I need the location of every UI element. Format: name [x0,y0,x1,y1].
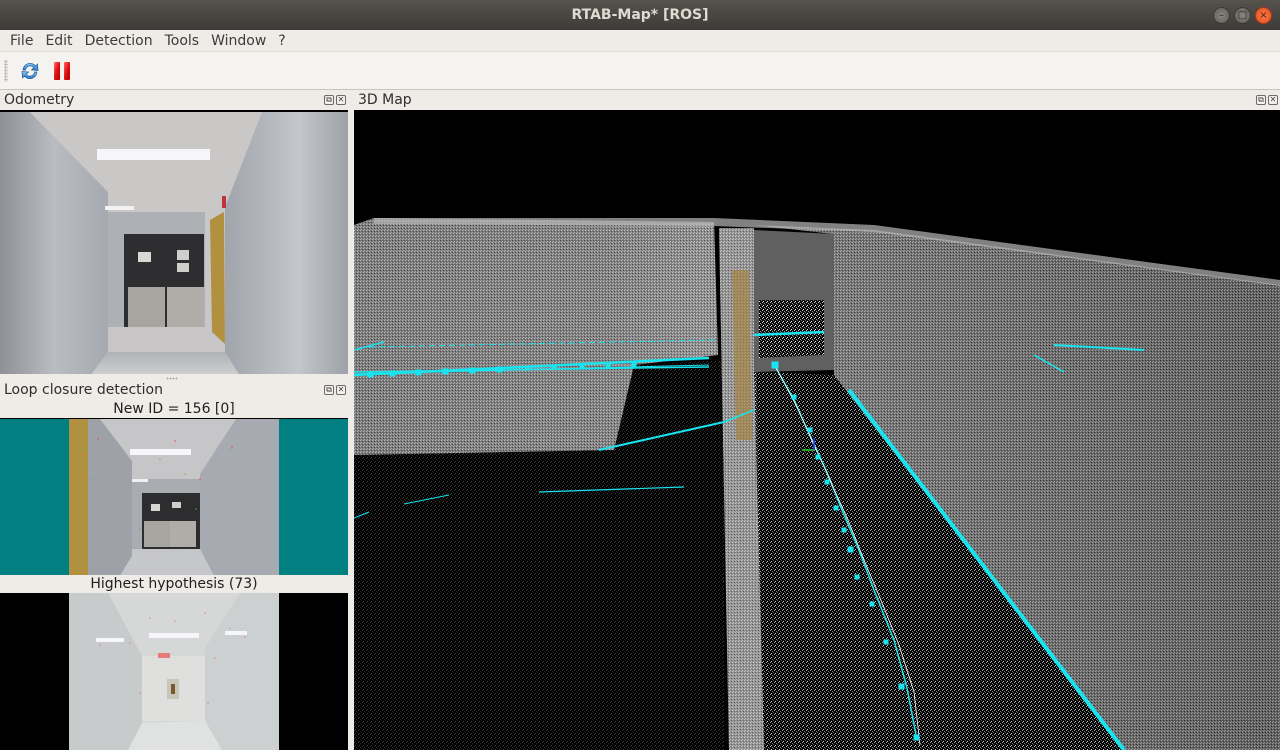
loop-closure-dock-header: Loop closure detection ⧉ ✕ [0,380,348,400]
map3d-dock-header: 3D Map ⧉ ✕ [354,90,1280,110]
loop-closure-float-button[interactable]: ⧉ [324,385,334,395]
hypothesis-hallway-image [69,593,279,750]
close-icon: ✕ [1269,95,1277,104]
new-id-caption: New ID = 156 [0] [0,400,348,418]
float-icon: ⧉ [326,95,332,104]
pause-icon [54,61,70,80]
minimize-button[interactable]: – [1213,7,1230,24]
map3d-close-button[interactable]: ✕ [1268,95,1278,105]
close-window-button[interactable]: × [1255,7,1272,24]
menu-edit[interactable]: Edit [39,30,78,52]
maximize-icon: □ [1237,9,1248,21]
refresh-button[interactable] [16,57,44,85]
close-icon: ✕ [337,95,345,104]
window-titlebar: RTAB-Map* [ROS] – □ × [0,0,1280,30]
close-icon: ✕ [337,385,345,394]
highest-hypothesis-caption: Highest hypothesis (73) [0,575,348,593]
maximize-button[interactable]: □ [1234,7,1251,24]
odometry-float-button[interactable]: ⧉ [324,95,334,105]
toolbar-grip[interactable] [4,59,8,82]
odometry-hallway-image [0,112,348,374]
menu-window[interactable]: Window [205,30,272,52]
toolbar [0,52,1280,90]
menu-detection[interactable]: Detection [79,30,159,52]
menubar: File Edit Detection Tools Window ? [0,30,1280,52]
refresh-icon [21,62,39,79]
odometry-dock-title: Odometry [4,92,75,108]
float-icon: ⧉ [1258,95,1264,104]
menu-file[interactable]: File [4,30,39,52]
float-icon: ⧉ [326,385,332,394]
close-icon: × [1259,9,1268,21]
map3d-viewport[interactable] [354,110,1280,750]
loop-closure-close-button[interactable]: ✕ [336,385,346,395]
new-id-image [0,418,348,575]
map3d-float-button[interactable]: ⧉ [1256,95,1266,105]
odometry-dock-header: Odometry ⧉ ✕ [0,90,348,110]
minimize-icon: – [1219,9,1224,21]
map3d-dock-title: 3D Map [358,92,412,108]
new-id-hallway-image [69,419,279,575]
window-title: RTAB-Map* [ROS] [571,7,709,23]
odometry-close-button[interactable]: ✕ [336,95,346,105]
loop-closure-dock-title: Loop closure detection [4,382,163,398]
pause-button[interactable] [48,57,76,85]
odometry-camera-image [0,110,348,374]
menu-help[interactable]: ? [272,30,291,52]
hypothesis-image [0,593,348,750]
point-cloud-render [354,110,1280,750]
window-controls: – □ × [1213,7,1272,24]
menu-tools[interactable]: Tools [159,30,206,52]
